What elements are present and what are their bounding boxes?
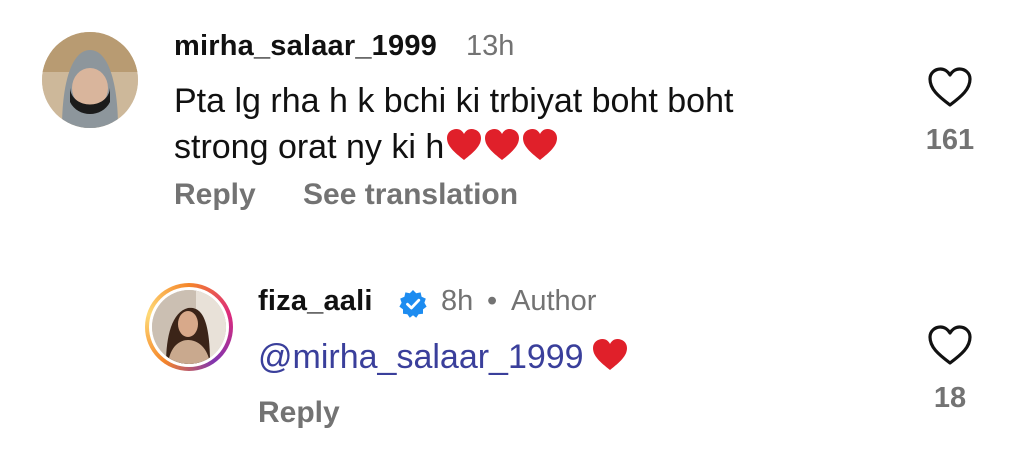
comment-timestamp: 8h [441, 285, 474, 317]
red-heart-icon [447, 129, 482, 160]
story-ring[interactable] [145, 283, 233, 371]
comment-text: @mirha_salaar_1999 [258, 334, 628, 380]
comment-text-line-content: strong orat ny ki h [174, 128, 445, 166]
author-label: Author [511, 285, 597, 317]
meta-separator: • [487, 285, 498, 317]
mention-link[interactable]: @mirha_salaar_1999 [258, 338, 584, 376]
comment-text-line: Pta lg rha h k bchi ki trbiyat boht boht [174, 82, 734, 120]
heart-outline-icon[interactable] [927, 324, 973, 366]
avatar-frame [149, 287, 229, 367]
red-heart-icon [592, 339, 627, 370]
see-translation-button[interactable]: See translation [303, 178, 518, 212]
red-heart-icon [485, 129, 520, 160]
comment-text: Pta lg rha h k bchi ki trbiyat boht boht… [174, 78, 733, 170]
verified-badge-icon [399, 290, 427, 318]
comment-username[interactable]: fiza_aali [258, 285, 373, 318]
reply-button[interactable]: Reply [258, 396, 340, 430]
avatar[interactable] [42, 32, 138, 128]
heart-outline-icon[interactable] [927, 66, 973, 108]
comment-username[interactable]: mirha_salaar_1999 [174, 30, 437, 63]
like-count: 18 [933, 382, 967, 414]
comment-timestamp: 13h [466, 30, 515, 62]
like-count: 161 [925, 124, 975, 156]
comment-text-line-2: strong orat ny ki h [174, 124, 733, 170]
reply-button[interactable]: Reply [174, 178, 256, 212]
red-heart-icon [523, 129, 558, 160]
avatar[interactable] [152, 290, 226, 364]
